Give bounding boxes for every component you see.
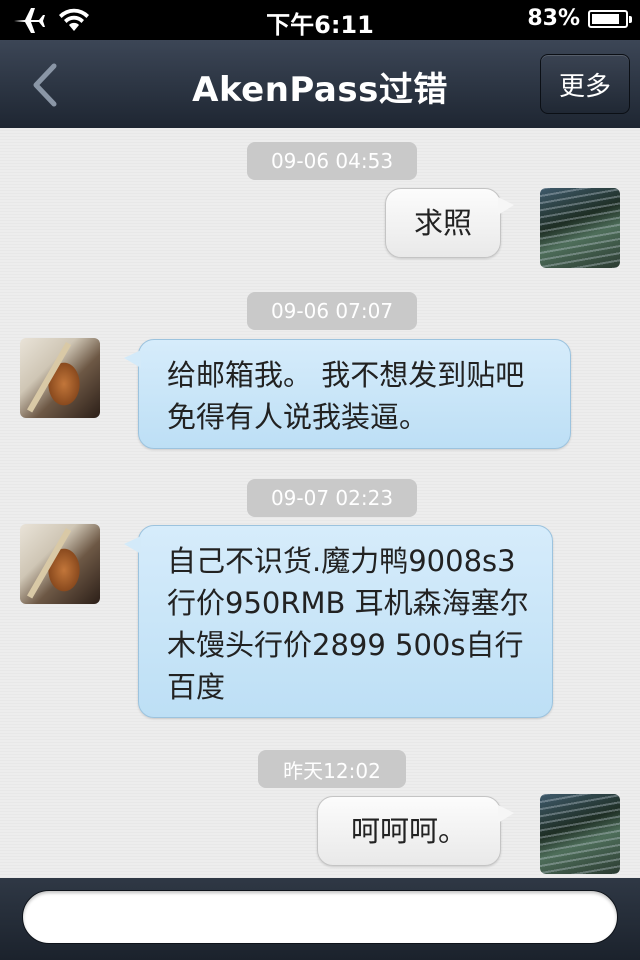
battery-percent: 83%	[527, 6, 580, 31]
avatar-contact[interactable]	[20, 524, 100, 604]
message-bubble-incoming[interactable]: 自己不识货.魔力鸭9008s3 行价950RMB 耳机森海塞尔木馒头行价2899…	[124, 525, 553, 718]
avatar-me[interactable]	[540, 794, 620, 874]
nav-bar: AkenPass过错 更多	[0, 40, 640, 129]
timestamp-badge: 09-06 07:07	[247, 292, 417, 330]
back-button[interactable]	[20, 60, 70, 110]
timestamp-badge: 昨天12:02	[258, 750, 406, 788]
bubble-tail	[498, 197, 514, 215]
message-bubble-incoming[interactable]: 给邮箱我。 我不想发到贴吧 免得有人说我装逼。	[124, 339, 571, 449]
status-right: 83%	[527, 6, 632, 31]
status-bar: 下午6:11 83%	[0, 0, 640, 40]
message-text: 给邮箱我。 我不想发到贴吧 免得有人说我装逼。	[167, 358, 525, 434]
chevron-left-icon	[33, 63, 57, 107]
message-input[interactable]	[22, 890, 618, 944]
avatar-me[interactable]	[540, 188, 620, 268]
message-bubble-outgoing[interactable]: 求照	[385, 188, 514, 258]
message-text: 呵呵呵。	[350, 814, 467, 848]
more-button[interactable]: 更多	[540, 54, 630, 114]
message-bubble-outgoing[interactable]: 呵呵呵。	[317, 796, 514, 866]
timestamp-badge: 09-07 02:23	[247, 479, 417, 517]
timestamp-badge: 09-06 04:53	[247, 142, 417, 180]
battery-icon	[588, 9, 632, 28]
bubble-tail	[124, 536, 141, 554]
page-title: AkenPass过错	[192, 70, 448, 110]
message-text: 求照	[413, 206, 472, 240]
bubble-tail	[124, 350, 141, 368]
bubble-tail	[498, 805, 514, 823]
avatar-contact[interactable]	[20, 338, 100, 418]
message-text: 自己不识货.魔力鸭9008s3 行价950RMB 耳机森海塞尔木馒头行价2899…	[167, 544, 529, 704]
input-bar	[0, 878, 640, 960]
battery-fill	[592, 13, 619, 24]
chat-area[interactable]: 09-06 04:53 求照 09-06 07:07 给邮箱我。 我不想发到贴吧…	[0, 128, 640, 878]
